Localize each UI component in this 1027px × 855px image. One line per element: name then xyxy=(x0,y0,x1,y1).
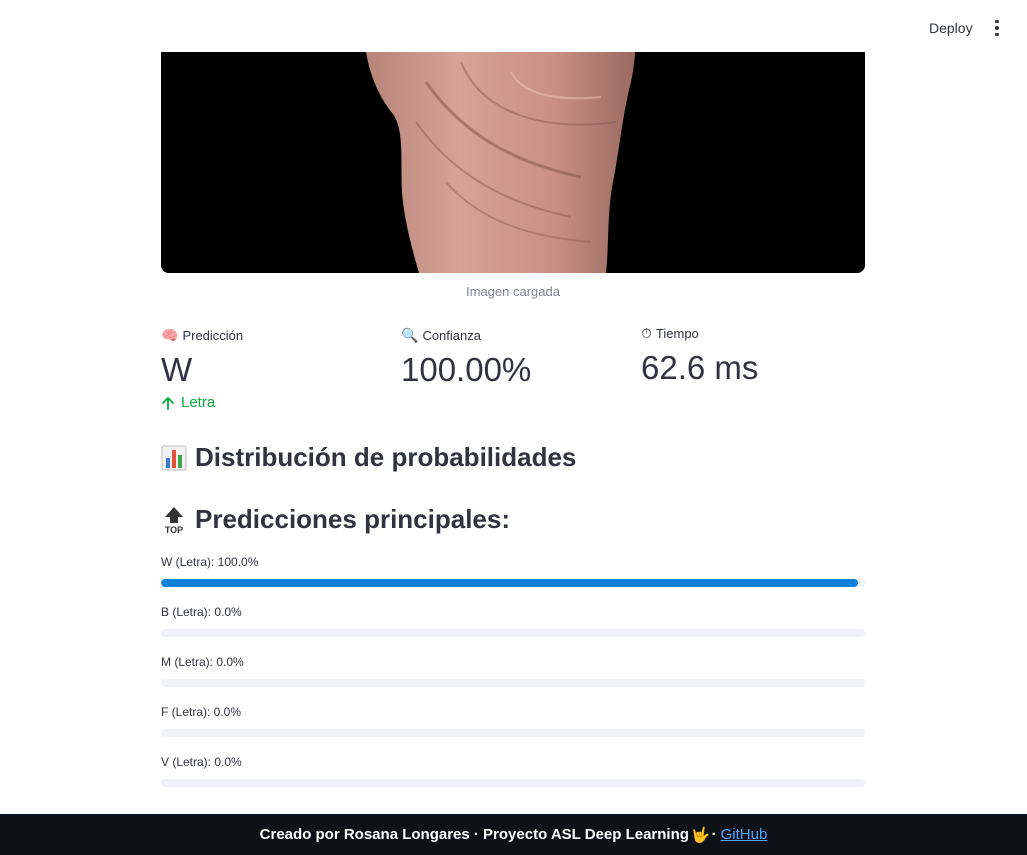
top-predictions-heading: TOP Predicciones principales: xyxy=(161,504,510,535)
app-header: Deploy xyxy=(0,0,1027,52)
footer-separator: · xyxy=(711,826,717,843)
progress-fill xyxy=(161,579,858,587)
more-vertical-icon[interactable] xyxy=(984,16,1010,40)
uploaded-image xyxy=(161,52,865,273)
progress-bar xyxy=(161,629,865,637)
metric-label: Predicción xyxy=(182,327,244,343)
svg-text:TOP: TOP xyxy=(165,525,183,534)
footer: Creado por Rosana Longares · Proyecto AS… xyxy=(0,814,1027,855)
metric-prediction: 🧠 Predicción W Letra xyxy=(161,326,391,412)
footer-text: Creado por Rosana Longares · Proyecto AS… xyxy=(259,826,689,843)
metric-delta-label: Letra xyxy=(181,394,216,411)
sign-language-hand-icon: 🤟 xyxy=(690,826,710,844)
metric-confidence: 🔍 Confianza 100.00% xyxy=(401,326,631,390)
progress-bar xyxy=(161,679,865,687)
progress-bar xyxy=(161,729,865,737)
metric-value: W xyxy=(161,351,193,388)
image-caption: Imagen cargada xyxy=(466,284,560,299)
metric-label: Confianza xyxy=(422,327,481,343)
arrow-up-icon xyxy=(162,396,174,410)
prediction-label: F (Letra): 0.0% xyxy=(161,705,242,719)
metric-label: Tiempo xyxy=(655,325,699,341)
top-arrow-icon: TOP xyxy=(165,506,183,534)
metric-value: 62.6 ms xyxy=(641,349,759,386)
distribution-heading: Distribución de probabilidades xyxy=(161,442,576,473)
prediction-label: V (Letra): 0.0% xyxy=(161,755,242,769)
distribution-title: Distribución de probabilidades xyxy=(195,442,577,472)
prediction-label: M (Letra): 0.0% xyxy=(161,655,244,669)
metric-delta: Letra xyxy=(161,394,391,411)
bar-chart-icon xyxy=(161,445,187,470)
progress-bar xyxy=(161,779,865,787)
metric-value: 100.00% xyxy=(401,351,532,388)
magnifier-icon: 🔍 xyxy=(401,326,419,343)
progress-bar xyxy=(161,579,865,587)
stopwatch-icon: ⏱ xyxy=(641,324,652,341)
metric-time: ⏱ Tiempo 62.6 ms xyxy=(641,324,871,388)
prediction-label: B (Letra): 0.0% xyxy=(161,605,242,619)
deploy-button[interactable]: Deploy xyxy=(918,14,984,42)
prediction-label: W (Letra): 100.0% xyxy=(161,555,259,569)
github-link[interactable]: GitHub xyxy=(721,826,768,843)
brain-icon: 🧠 xyxy=(161,326,179,343)
top-predictions-title: Predicciones principales: xyxy=(195,504,511,534)
